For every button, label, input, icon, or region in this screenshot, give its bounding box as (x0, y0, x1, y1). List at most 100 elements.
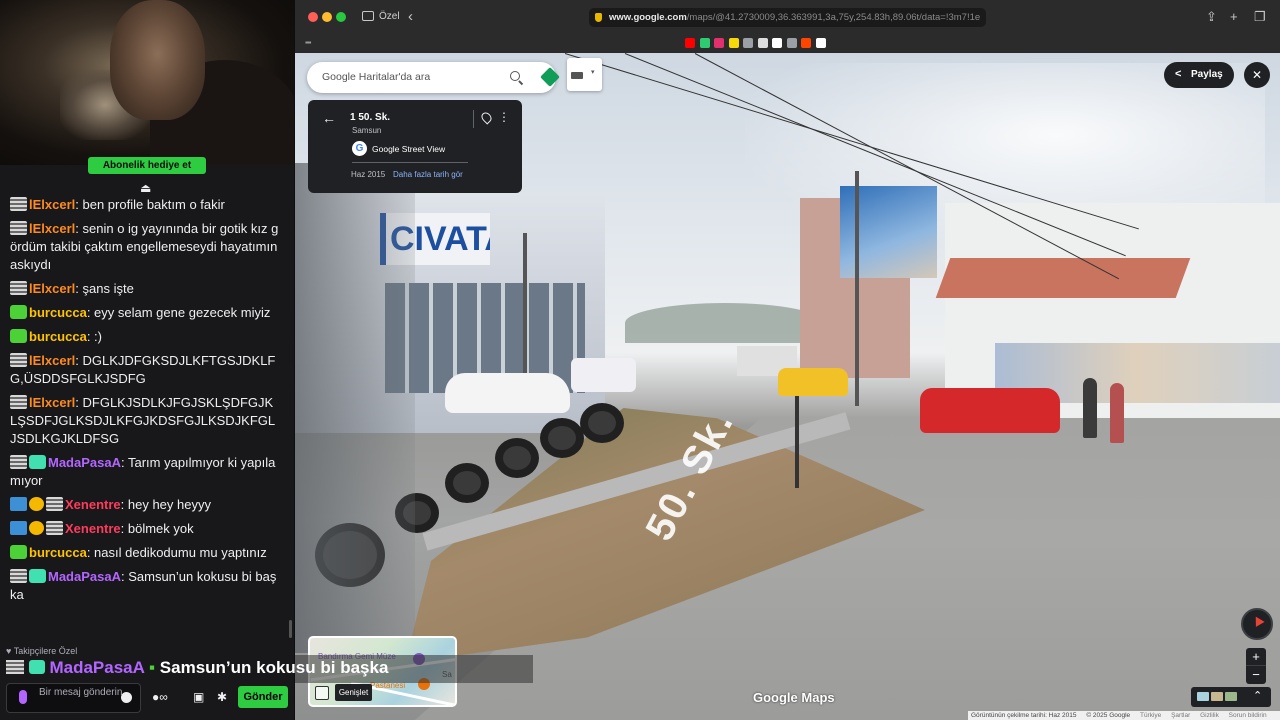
chat-badge-icon[interactable] (10, 197, 27, 211)
chat-username[interactable]: lElxcerl (29, 353, 75, 368)
expand-icon[interactable] (315, 686, 329, 700)
chat-badge-icon[interactable] (10, 455, 27, 469)
favorite-site-icon[interactable] (743, 38, 753, 48)
new-tab-icon[interactable]: + (1230, 9, 1238, 24)
chat-badge-icon[interactable] (10, 329, 27, 343)
stream-overlay-caption: MadaPasaA ▪ Samsun’un kokusu bi başka (6, 658, 388, 682)
location-pin-icon[interactable] (479, 110, 494, 125)
signpost (795, 383, 799, 488)
address-bar[interactable]: www.google.com/maps/@41.2730009,36.36399… (589, 8, 986, 27)
chat-badge-icon[interactable] (10, 521, 27, 535)
chat-badge-icon[interactable] (10, 353, 27, 367)
chat-username[interactable]: burcucca (29, 305, 87, 320)
chat-badge-icon[interactable] (29, 455, 46, 469)
favorite-site-icon[interactable] (699, 38, 710, 48)
chat-username[interactable]: lElxcerl (29, 221, 75, 236)
chat-badge-icon[interactable] (46, 521, 63, 535)
chat-input[interactable]: Bir mesaj gönderin (6, 683, 141, 713)
chat-username[interactable]: MadaPasaA (48, 455, 121, 470)
chat-badge-icon[interactable] (10, 305, 27, 319)
maps-search-input[interactable]: Google Haritalar'da ara (307, 62, 560, 93)
chat-message: MadaPasaA: Tarım yapılmıyor ki yapılamıy… (10, 454, 280, 490)
overlay-message: Samsun’un kokusu bi başka (159, 658, 389, 677)
profile-label[interactable]: Özel (379, 11, 400, 22)
close-street-view-button[interactable]: ✕ (1244, 62, 1270, 88)
favorite-site-icon[interactable] (728, 38, 739, 48)
chat-username[interactable]: lElxcerl (29, 281, 75, 296)
chat-message: lElxcerl: senin o ig yayınında bir gotik… (10, 220, 280, 274)
chat-settings-gear-icon[interactable]: ✱ (217, 690, 227, 704)
chat-scrollbar[interactable] (289, 620, 292, 638)
points-icon[interactable]: ●∞ (152, 690, 168, 704)
see-more-dates-link[interactable]: Daha fazla tarih gör (393, 170, 463, 179)
chat-badge-icon[interactable] (10, 395, 27, 409)
chevron-up-icon[interactable]: ⌃ (1253, 689, 1262, 702)
chat-separator: : (75, 197, 83, 212)
zoom-out-button[interactable]: − (1246, 666, 1266, 684)
chat-badge-icon[interactable] (10, 545, 27, 559)
terms-link[interactable]: Şartlar (1171, 712, 1190, 719)
input-tools-button[interactable]: ▾ (567, 58, 602, 91)
chat-scroll-indicator-icon[interactable]: ⏏ (140, 181, 151, 195)
share-icon: < (1175, 68, 1182, 80)
send-button[interactable]: Gönder (238, 686, 288, 708)
tab-overview-icon[interactable]: ❐ (1254, 9, 1266, 25)
chat-badge-icon[interactable] (10, 569, 27, 583)
maximize-window-icon[interactable] (336, 12, 346, 22)
chat-username[interactable]: burcucca (29, 329, 87, 344)
back-arrow-icon[interactable]: ‹ (408, 8, 413, 25)
chat-username[interactable]: Xenentre (65, 497, 121, 512)
favorite-site-icon[interactable] (801, 38, 811, 48)
layer-thumbnail[interactable] (1225, 692, 1237, 701)
favorite-site-icon[interactable] (757, 38, 768, 48)
share-button[interactable]: < Paylaş (1164, 62, 1234, 88)
layer-thumbnail[interactable] (1197, 692, 1209, 701)
sidebar-toggle-icon[interactable] (362, 11, 374, 21)
zoom-in-button[interactable]: + (1246, 648, 1266, 666)
pedestrian (1083, 378, 1097, 438)
privacy-link[interactable]: Gizlilik (1200, 712, 1219, 719)
favorite-site-icon[interactable] (815, 38, 826, 48)
favorites-grid-icon[interactable]: ▪▪▪ (305, 38, 311, 47)
chat-username[interactable]: lElxcerl (29, 395, 75, 410)
chat-username[interactable]: lElxcerl (29, 197, 75, 212)
layers-button[interactable]: ⌃ (1191, 687, 1271, 707)
chat-separator: : (120, 521, 128, 536)
favorite-site-icon[interactable] (786, 38, 797, 48)
favorite-site-icon[interactable] (685, 38, 695, 48)
chat-username[interactable]: Xenentre (65, 521, 121, 536)
more-options-icon[interactable]: ⋮ (498, 110, 510, 124)
compass-icon[interactable] (1241, 608, 1273, 640)
emote-picker-icon[interactable] (121, 692, 132, 703)
chat-username[interactable]: MadaPasaA (48, 569, 121, 584)
chat-separator: : (75, 353, 83, 368)
white-car (445, 373, 570, 413)
chat-badge-icon[interactable] (29, 569, 46, 583)
chat-separator: : (86, 305, 95, 320)
chat-text: :) (94, 329, 102, 344)
report-problem-link[interactable]: Sorun bildirin (1229, 712, 1267, 719)
streamer-face (110, 0, 205, 120)
share-page-icon[interactable]: ⇪ (1206, 9, 1217, 25)
minimize-window-icon[interactable] (322, 12, 332, 22)
chat-badge-icon[interactable] (46, 497, 63, 511)
tire-barrier (580, 403, 624, 443)
country-link[interactable]: Türkiye (1140, 712, 1161, 719)
chat-separator: : (120, 455, 128, 470)
chat-username[interactable]: burcucca (29, 545, 87, 560)
back-arrow-icon[interactable]: ← (322, 110, 336, 126)
microphone-icon[interactable] (19, 690, 27, 704)
store-icon[interactable]: ▣ (193, 690, 204, 704)
layer-thumbnail[interactable] (1211, 692, 1223, 701)
search-icon[interactable] (510, 71, 520, 81)
favorite-site-icon[interactable] (772, 38, 782, 48)
chat-badge-icon[interactable] (10, 281, 27, 295)
chat-badge-icon[interactable] (10, 221, 27, 235)
chat-message: burcucca: :) (10, 328, 280, 346)
chat-badge-icon[interactable] (10, 497, 27, 511)
favorite-site-icon[interactable] (714, 38, 724, 48)
gift-subscription-button[interactable]: Abonelik hediye et (88, 157, 206, 174)
chat-badge-icon[interactable] (29, 497, 44, 511)
close-window-icon[interactable] (308, 12, 318, 22)
chat-badge-icon[interactable] (29, 521, 44, 535)
